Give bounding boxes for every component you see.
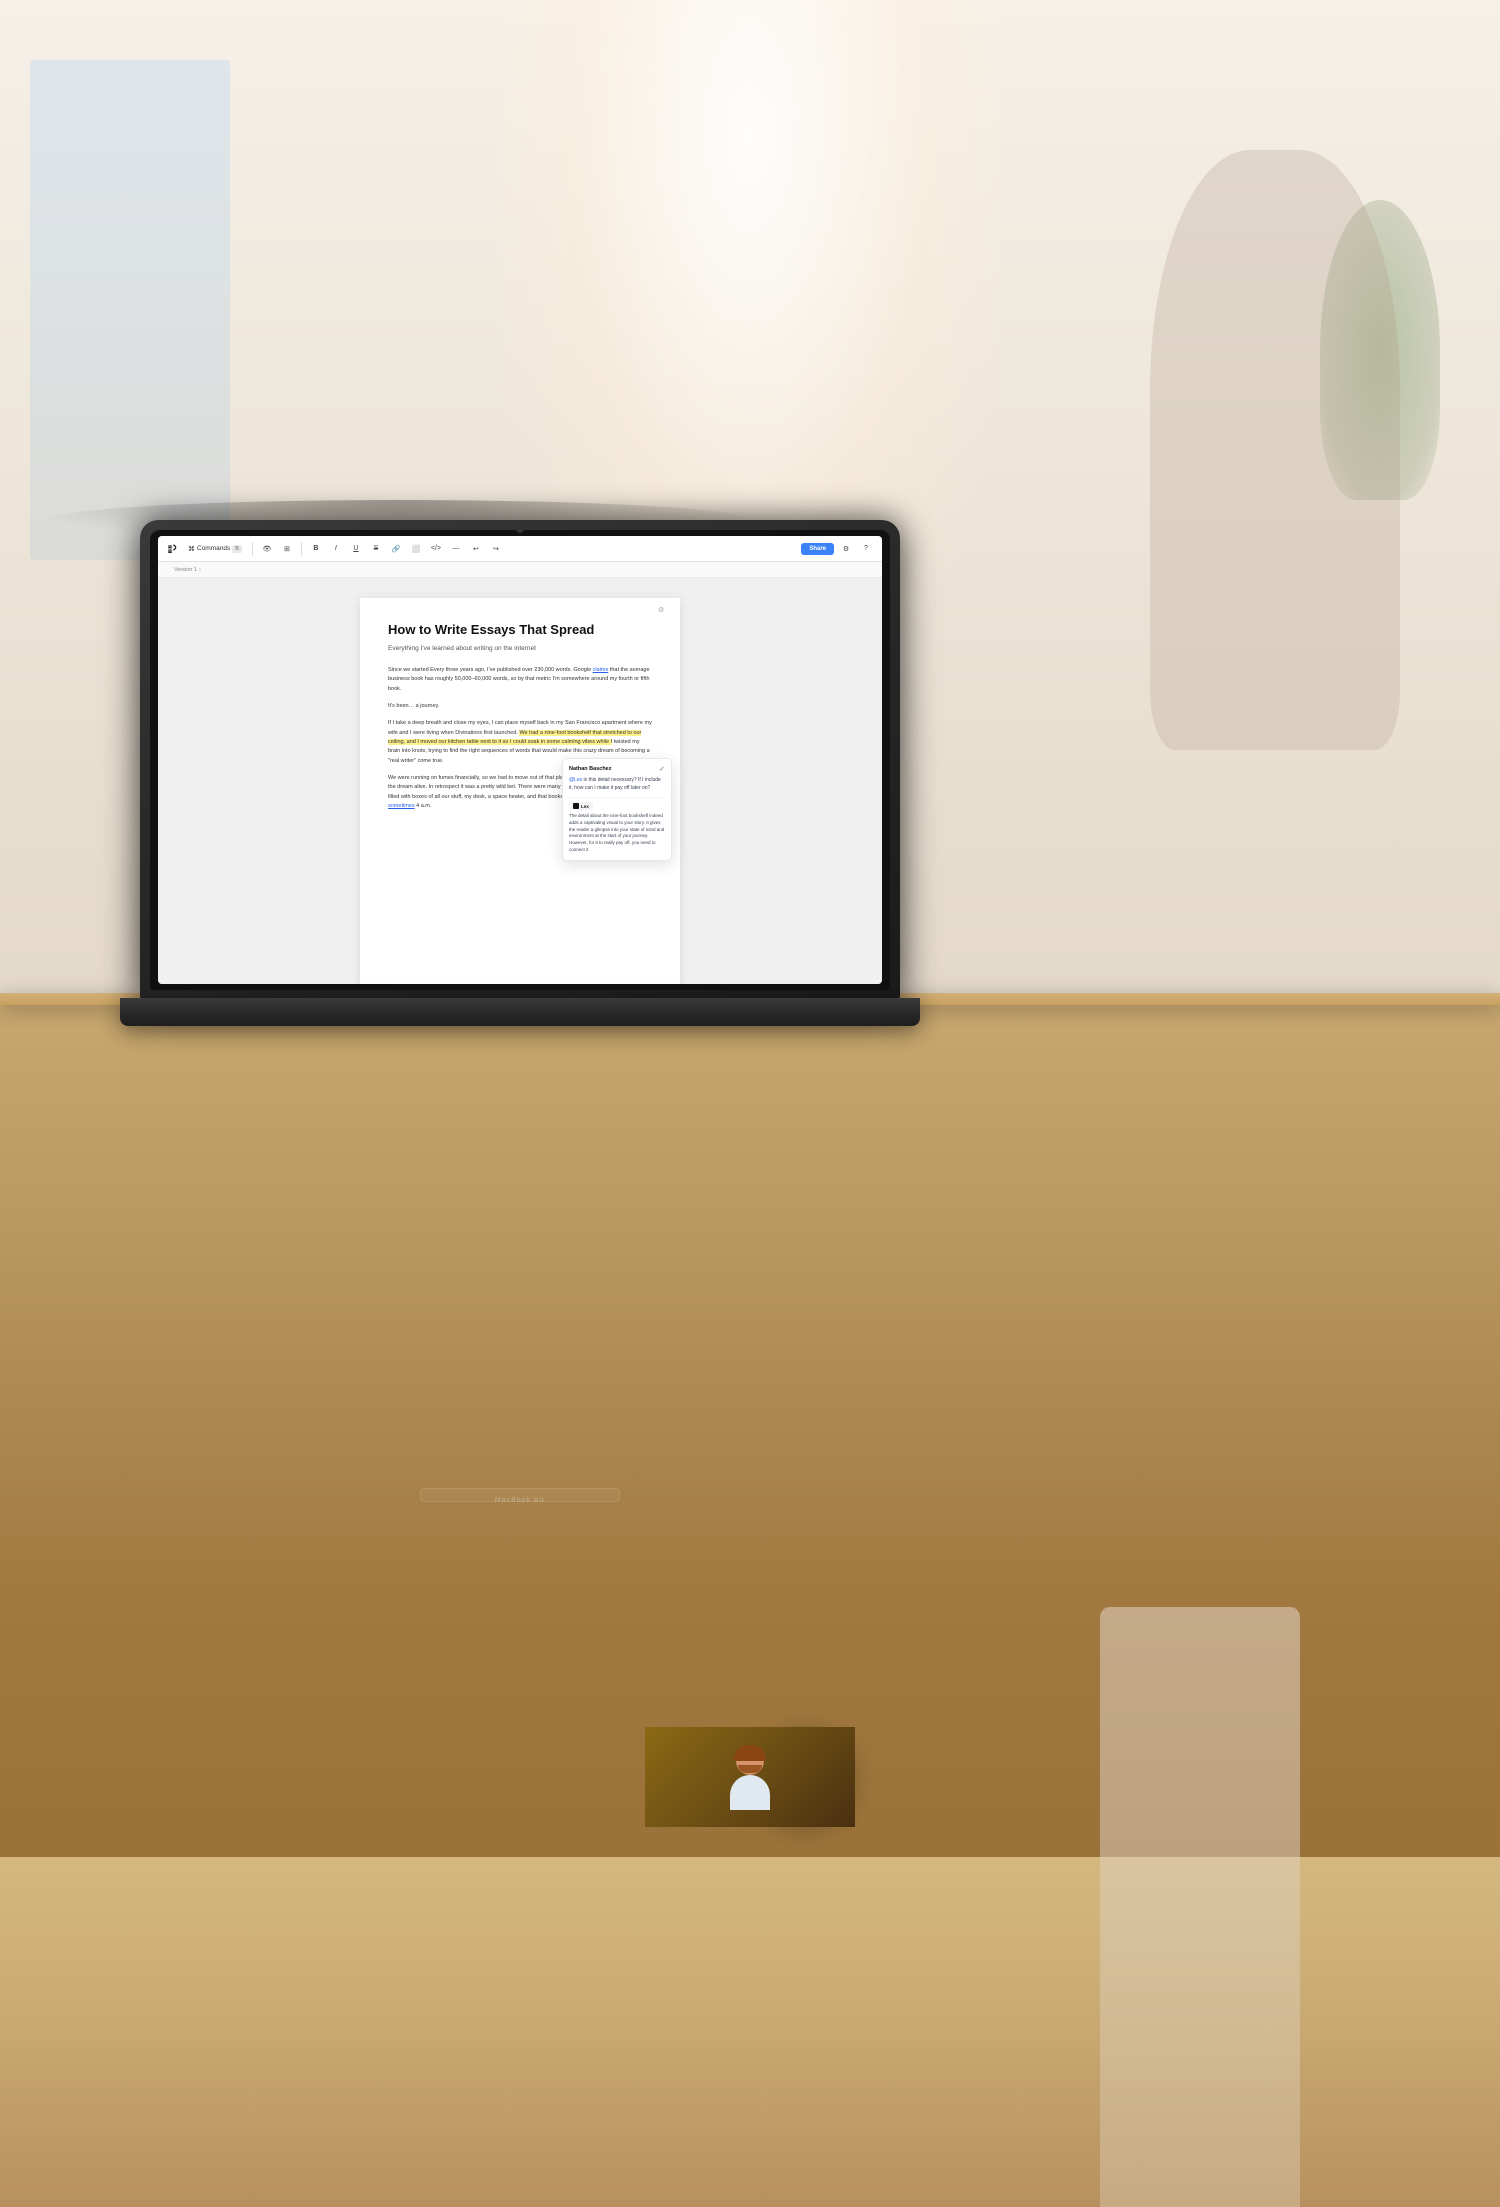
laptop: ⌘ Commands B 👁 ⊞ B I U S: [140, 520, 900, 1080]
page-settings-icon[interactable]: ⚙: [658, 606, 670, 618]
person-beard: [755, 1765, 762, 1773]
paragraph-1: Since we started Every three years ago, …: [388, 666, 652, 694]
laptop-base: MacBook Air: [120, 998, 920, 1026]
layout-icon-btn[interactable]: ⊞: [279, 541, 295, 557]
person-head: [755, 1747, 764, 1775]
ai-response-text: The detail about the nine-foot bookshelf…: [569, 813, 665, 854]
comment-mention: @Lex: [569, 777, 582, 783]
laptop-camera: [516, 525, 524, 533]
toolbar-divider-1: [252, 542, 253, 556]
help-btn[interactable]: ?: [858, 541, 874, 557]
comment-check[interactable]: ✓: [659, 765, 665, 773]
laptop-lid: ⌘ Commands B 👁 ⊞ B I U S: [140, 520, 900, 1000]
commands-button[interactable]: ⌘ Commands B: [184, 543, 246, 555]
comment-header: Nathan Baschez ✓: [569, 765, 665, 773]
ai-response: Lex The detail about the nine-foot books…: [569, 797, 665, 854]
screen-bezel: ⌘ Commands B 👁 ⊞ B I U S: [150, 530, 890, 990]
version-label: Version 1: [174, 567, 197, 573]
underline-btn[interactable]: U: [348, 541, 364, 557]
document-page: ⚙ How to Write Essays That Spread Everyt…: [360, 598, 680, 984]
comment-username: Nathan Baschez: [569, 766, 612, 772]
comment-body: @Lex is this detail necessary? If I incl…: [569, 777, 665, 792]
sometimes-link[interactable]: sometimes: [388, 803, 415, 809]
undo-btn[interactable]: ↩: [468, 541, 484, 557]
bold-btn[interactable]: B: [308, 541, 324, 557]
app-chrome: ⌘ Commands B 👁 ⊞ B I U S: [158, 536, 882, 984]
chair-background: [1100, 1607, 1300, 2207]
highlight-yellow: We had a nine-foot bookshelf that stretc…: [388, 730, 641, 745]
person-body: [755, 1775, 770, 1810]
italic-btn[interactable]: I: [328, 541, 344, 557]
person-hair: [755, 1745, 766, 1761]
commands-shortcut: B: [232, 545, 242, 553]
laptop-screen: ⌘ Commands B 👁 ⊞ B I U S: [158, 536, 882, 984]
settings-btn[interactable]: ⚙: [838, 541, 854, 557]
paragraph-2: It's been… a journey.: [388, 702, 652, 711]
app-logo: [166, 542, 180, 556]
lex-logo-section: [645, 1727, 855, 1827]
code-btn[interactable]: </>: [428, 541, 444, 557]
version-bar: Version 1 ›: [158, 562, 882, 578]
ai-icon: [573, 803, 579, 809]
share-button[interactable]: Share: [801, 543, 834, 555]
redo-btn[interactable]: ↪: [488, 541, 504, 557]
ai-name: Lex: [581, 804, 589, 809]
claims-link[interactable]: claims: [593, 667, 609, 673]
document-title: How to Write Essays That Spread: [388, 622, 652, 639]
app-toolbar: ⌘ Commands B 👁 ⊞ B I U S: [158, 536, 882, 562]
commands-label: Commands: [197, 545, 230, 552]
command-icon: ⌘: [188, 545, 195, 553]
version-arrow: ›: [199, 567, 201, 573]
ai-badge: Lex: [569, 802, 593, 810]
background-figure: [1150, 150, 1400, 750]
laptop-model-label: MacBook Air: [495, 1497, 545, 1504]
link-btn[interactable]: 🔗: [388, 541, 404, 557]
dash-btn[interactable]: —: [448, 541, 464, 557]
author-avatar: [755, 1727, 855, 1827]
comment-panel: Nathan Baschez ✓ @Lex is this detail nec…: [562, 758, 672, 861]
document-subtitle: Everything I've learned about writing on…: [388, 645, 652, 652]
image-btn[interactable]: ⬜: [408, 541, 424, 557]
eye-icon-btn[interactable]: 👁: [259, 541, 275, 557]
avatar-person: [755, 1747, 780, 1827]
background-scene: ⌘ Commands B 👁 ⊞ B I U S: [0, 0, 1500, 2207]
window-left: [30, 60, 230, 560]
strikethrough-btn[interactable]: S: [368, 541, 384, 557]
app-main: ⚙ How to Write Essays That Spread Everyt…: [158, 578, 882, 984]
document-area[interactable]: ⚙ How to Write Essays That Spread Everyt…: [158, 578, 882, 984]
toolbar-divider-2: [301, 542, 302, 556]
